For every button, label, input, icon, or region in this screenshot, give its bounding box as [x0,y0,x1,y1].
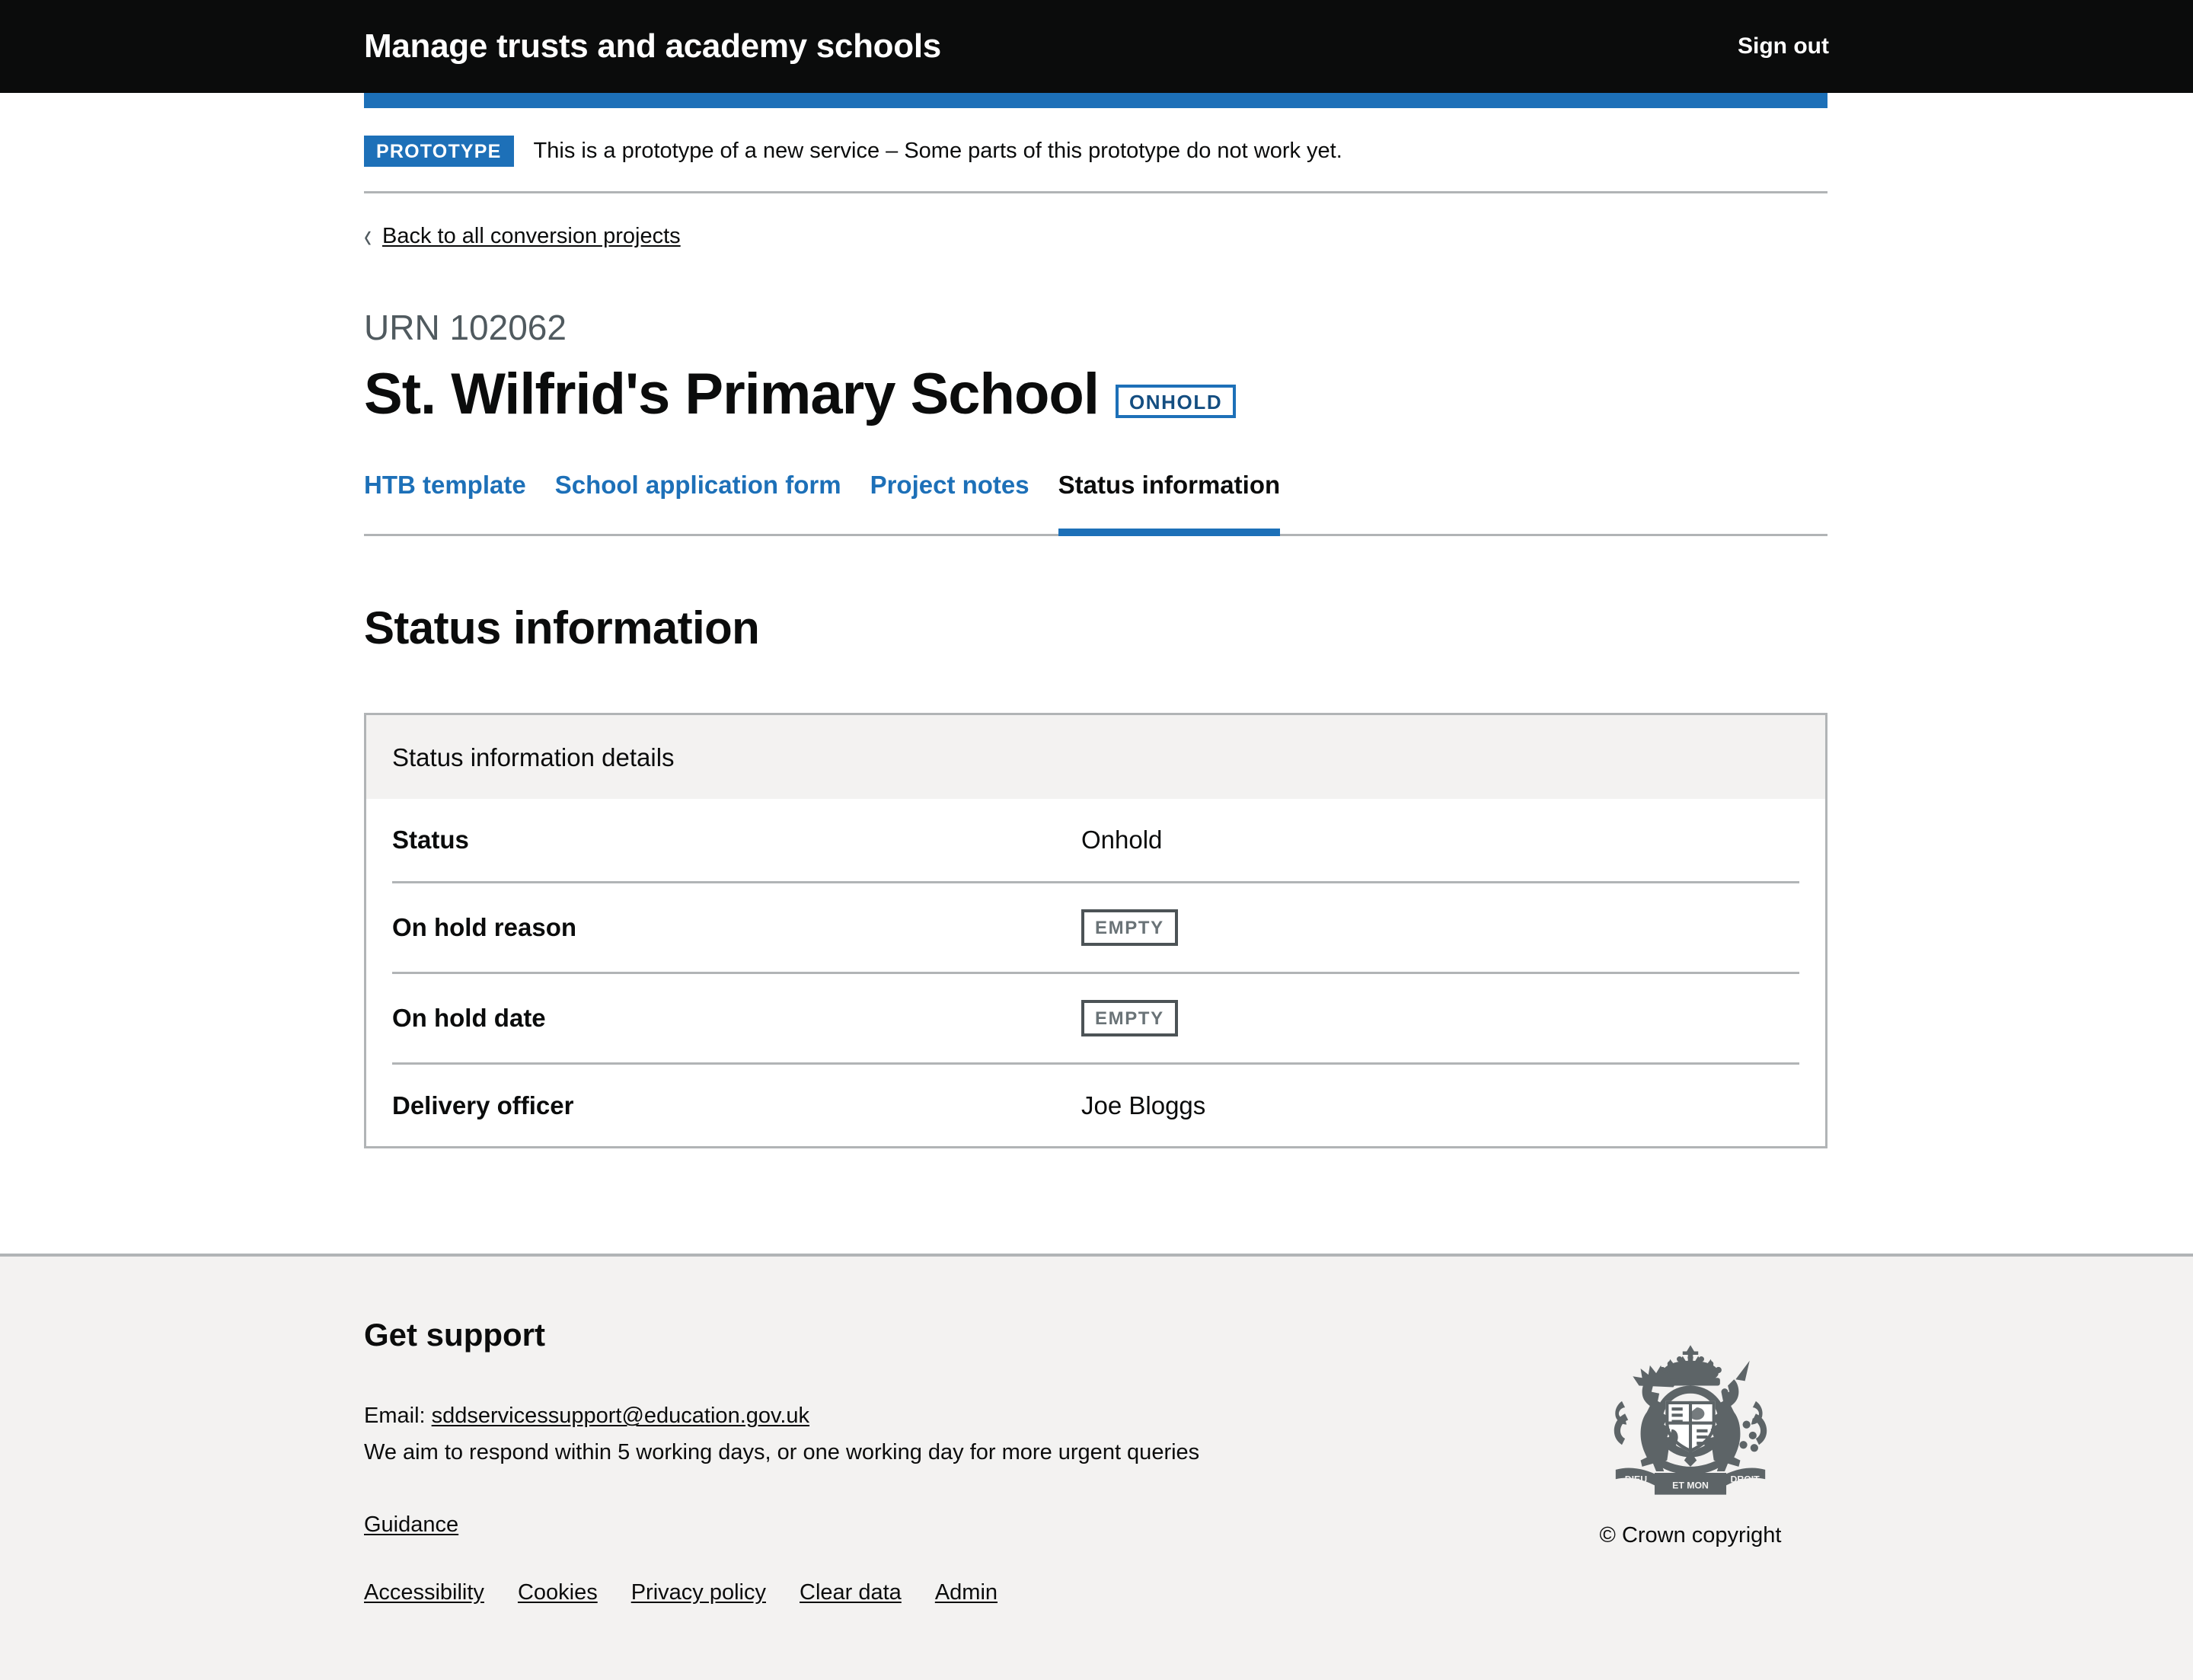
status-badge: ONHOLD [1115,385,1237,419]
row-value-delivery-officer: Joe Bloggs [1081,1091,1206,1119]
service-name: Manage trusts and academy schools [364,27,941,65]
footer-support-block: Get support Email: sddservicessupport@ed… [364,1317,1199,1605]
table-row: On hold reason EMPTY [392,883,1799,974]
row-value-on-hold-date: EMPTY [1081,999,1178,1036]
back-link-label: Back to all conversion projects [382,224,681,248]
row-value-on-hold-reason: EMPTY [1081,909,1178,946]
footer-heading: Get support [364,1317,545,1353]
guidance-link[interactable]: Guidance [364,1512,458,1538]
crown-copyright-block: ET MON DIEU DROIT © Crown copyright [1576,1317,1828,1549]
card-header: Status information details [366,714,1825,799]
card-body: Status Onhold On hold reason EMPTY On ho… [366,799,1825,1146]
table-row: Delivery officer Joe Bloggs [392,1065,1799,1147]
project-tabs: HTB template School application form Pro… [364,471,1828,536]
tab-school-application-form[interactable]: School application form [555,471,841,535]
royal-coat-of-arms-icon: ET MON DIEU DROIT [1614,1345,1767,1495]
row-key-on-hold-reason: On hold reason [392,912,577,941]
empty-badge: EMPTY [1081,999,1178,1036]
row-key-on-hold-date: On hold date [392,1003,546,1032]
page-title: St. Wilfrid's Primary School [364,361,1100,426]
footer-link-privacy-policy[interactable]: Privacy policy [631,1580,766,1605]
footer-link-clear-data[interactable]: Clear data [800,1580,902,1605]
urn-caption: URN 102062 [364,308,567,347]
footer-email-line: Email: sddservicessupport@education.gov.… [364,1400,1199,1432]
page-title-row: St. Wilfrid's Primary School ONHOLD [364,361,1828,426]
footer-link-accessibility[interactable]: Accessibility [364,1580,484,1605]
footer-link-admin[interactable]: Admin [935,1580,998,1605]
brand-accent-bar [364,93,1828,108]
table-row: Status Onhold [392,799,1799,883]
tab-status-information[interactable]: Status information [1058,471,1281,536]
support-email-link[interactable]: sddservicessupport@education.gov.uk [432,1404,809,1428]
section-heading: Status information [364,602,760,653]
tab-project-notes[interactable]: Project notes [870,471,1029,535]
phase-tag: PROTOTYPE [364,136,514,167]
phase-banner: PROTOTYPE This is a prototype of a new s… [364,108,1828,193]
row-value-status: Onhold [1081,825,1163,854]
empty-badge: EMPTY [1081,909,1178,946]
back-to-all-conversion-projects-link[interactable]: ‹ Back to all conversion projects [364,219,681,253]
site-footer: Get support Email: sddservicessupport@ed… [0,1254,2193,1680]
footer-links-nav: Accessibility Cookies Privacy policy Cle… [364,1580,1199,1605]
chevron-left-icon: ‹ [364,217,372,255]
svg-text:DROIT: DROIT [1731,1474,1760,1484]
phase-banner-text: This is a prototype of a new service – S… [533,139,1342,164]
table-row: On hold date EMPTY [392,974,1799,1065]
footer-response-time: We aim to respond within 5 working days,… [364,1440,1200,1465]
footer-email-prefix: Email: [364,1404,432,1429]
footer-link-cookies[interactable]: Cookies [518,1580,598,1605]
tab-htb-template[interactable]: HTB template [364,471,526,535]
crown-copyright-text: © Crown copyright [1599,1523,1782,1548]
sign-out-link[interactable]: Sign out [1738,34,1829,59]
svg-text:DIEU: DIEU [1625,1474,1647,1484]
status-information-card: Status information details Status Onhold… [364,712,1828,1149]
back-link-row: ‹ Back to all conversion projects [364,193,1828,253]
svg-text:ET MON: ET MON [1672,1480,1709,1491]
site-masthead: Manage trusts and academy schools Sign o… [0,0,2193,93]
row-key-status: Status [392,825,469,854]
row-key-delivery-officer: Delivery officer [392,1091,574,1119]
